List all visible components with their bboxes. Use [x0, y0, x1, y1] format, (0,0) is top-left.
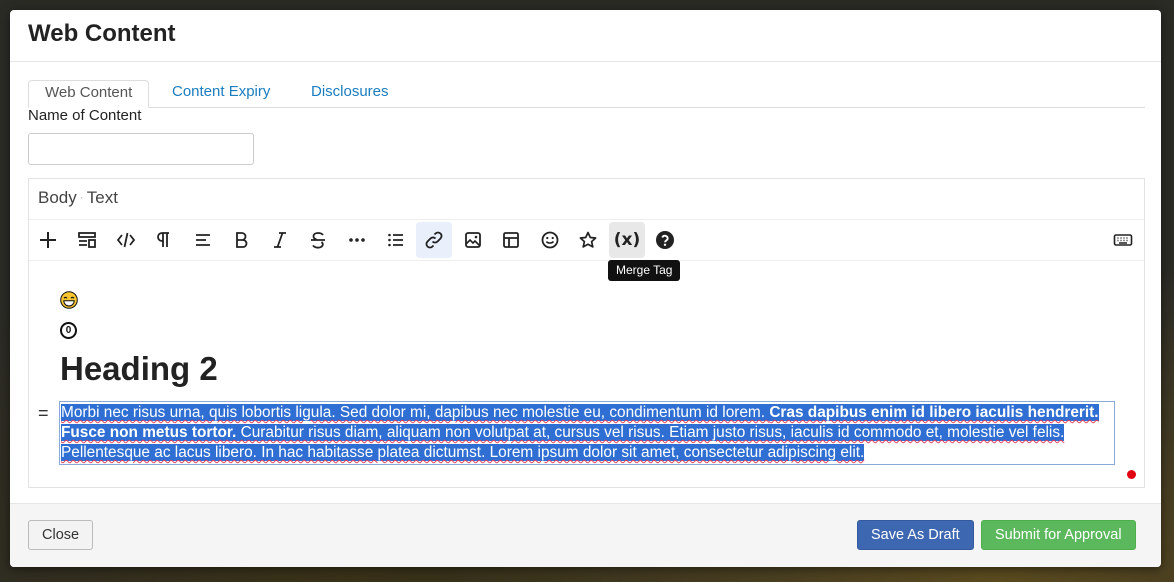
- list-button[interactable]: [378, 222, 414, 258]
- circled-zero-symbol: 0: [60, 322, 77, 339]
- table-icon: [503, 232, 519, 248]
- status-indicator-dot: [1127, 470, 1136, 479]
- laughing-emoji-icon: [60, 291, 78, 309]
- link-icon: [425, 231, 443, 249]
- editor-toolbar: (x): [29, 219, 1144, 261]
- code-view-button[interactable]: [108, 222, 144, 258]
- paragraph-button[interactable]: [146, 222, 182, 258]
- bold-icon: [236, 232, 248, 248]
- tab-bar: Web Content Content Expiry Disclosures: [28, 80, 1145, 108]
- selected-paragraph[interactable]: Morbi nec risus urna, quis lobortis ligu…: [59, 401, 1115, 465]
- merge-tag-button[interactable]: (x): [609, 222, 645, 258]
- block-type-icon: [78, 232, 96, 248]
- more-icon: [349, 238, 365, 242]
- image-button[interactable]: [455, 222, 491, 258]
- list-icon: [388, 233, 403, 247]
- modal-title: Web Content: [28, 20, 176, 47]
- strikethrough-icon: [311, 232, 325, 249]
- drag-handle[interactable]: =: [38, 403, 49, 424]
- name-of-content-input[interactable]: [28, 133, 254, 165]
- link-button[interactable]: [416, 222, 452, 258]
- close-button[interactable]: Close: [28, 520, 94, 550]
- paragraph-text-part1: Morbi nec risus urna, quis lobortis ligu…: [61, 404, 770, 421]
- body-text-editor: Body · Text (x) Merge Tag 0 Heading 2 = …: [28, 178, 1145, 488]
- help-icon: [656, 231, 674, 249]
- modal-header: Web Content: [10, 10, 1161, 62]
- italic-icon: [274, 232, 286, 248]
- strikethrough-button[interactable]: [300, 222, 336, 258]
- help-button[interactable]: [647, 222, 683, 258]
- modal-footer: Close Save As Draft Submit for Approval: [10, 503, 1161, 567]
- table-button[interactable]: [493, 222, 529, 258]
- merge-tag-icon: (x): [613, 230, 641, 250]
- code-view-icon: [116, 232, 136, 248]
- editor-title: Body · Text: [38, 188, 118, 208]
- editor-content[interactable]: 0 Heading 2 = Morbi nec risus urna, quis…: [29, 261, 1144, 487]
- italic-button[interactable]: [262, 222, 298, 258]
- editor-title-separator: ·: [79, 190, 84, 204]
- insert-block-button[interactable]: [30, 222, 66, 258]
- emoji-icon: [541, 231, 559, 249]
- image-icon: [465, 232, 481, 248]
- tab-web-content[interactable]: Web Content: [28, 80, 150, 108]
- paragraph-icon: [157, 232, 169, 247]
- block-type-button[interactable]: [69, 222, 105, 258]
- emoji-button[interactable]: [532, 222, 568, 258]
- editor-title-type: Text: [86, 188, 118, 207]
- tab-disclosures[interactable]: Disclosures: [295, 80, 405, 107]
- name-of-content-label: Name of Content: [28, 107, 142, 124]
- insert-block-icon: [40, 232, 56, 248]
- web-content-modal: Web Content Web Content Content Expiry D…: [10, 10, 1161, 567]
- editor-title-field: Body: [38, 188, 77, 207]
- tab-content-expiry[interactable]: Content Expiry: [156, 80, 286, 107]
- save-as-draft-button[interactable]: Save As Draft: [857, 520, 974, 550]
- special-characters-button[interactable]: [570, 222, 606, 258]
- content-heading: Heading 2: [60, 350, 218, 387]
- bold-button[interactable]: [223, 222, 259, 258]
- keyboard-icon: [1113, 234, 1133, 246]
- align-icon: [196, 234, 210, 246]
- more-button[interactable]: [339, 222, 375, 258]
- align-button[interactable]: [185, 222, 221, 258]
- keyboard-shortcuts-button[interactable]: [1105, 222, 1141, 258]
- submit-for-approval-button[interactable]: Submit for Approval: [981, 520, 1136, 550]
- star-icon: [579, 231, 597, 248]
